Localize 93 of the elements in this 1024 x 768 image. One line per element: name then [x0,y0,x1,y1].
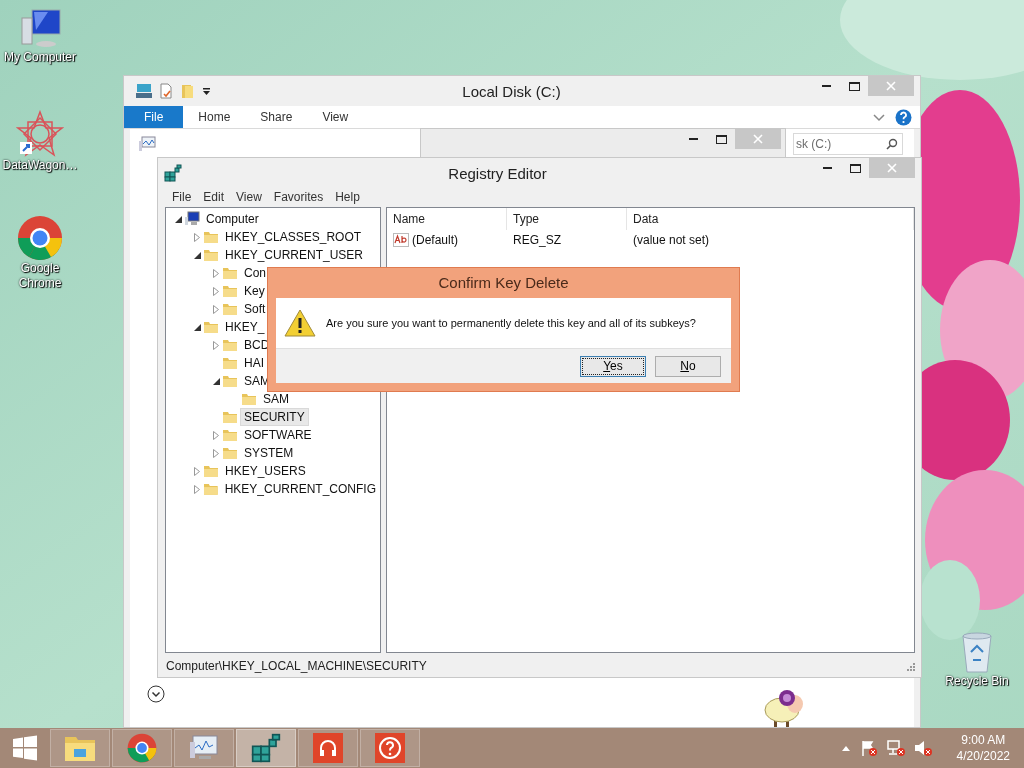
column-header[interactable]: Name [387,208,507,230]
minimize-icon [822,167,832,169]
star-shortcut-icon [16,110,64,158]
resize-grip-icon[interactable] [906,661,915,671]
folder-icon [203,481,219,497]
taskbar-button[interactable] [236,729,296,767]
window-title: Local Disk (C:) [461,82,562,100]
expanded-arrow-icon[interactable] [212,377,220,385]
tree-item[interactable]: Computer [202,210,263,228]
computer-icon [184,211,200,227]
tree-item[interactable]: SAM [259,390,293,408]
tree-item[interactable]: HKEY_CURRENT_USER [221,246,368,264]
folder-icon [222,265,238,281]
column-header[interactable]: Type [507,208,627,230]
folder-icon [241,391,257,407]
dialog-button[interactable]: No [655,355,721,377]
expanded-arrow-icon[interactable] [174,215,182,223]
help-icon [375,733,405,763]
table-cell-text: REG_SZ [512,233,562,247]
search-icon [886,138,898,150]
minimize-icon [821,85,831,87]
menu-item[interactable]: View [230,188,268,207]
computer-icon [18,8,62,50]
folder-icon [222,301,238,317]
dialog-title: Confirm Key Delete [437,273,570,293]
dialog-message: Are you sure you want to permanently delete this key and all of its subkeys? [326,317,696,329]
windows-logo-icon [12,735,38,761]
column-header[interactable]: Data [627,208,914,230]
close-icon [886,81,896,91]
chrome-icon [17,215,63,261]
window-title: Registry Editor [447,164,548,182]
folder-icon [203,319,219,335]
cubes-icon [164,164,182,182]
tree-item[interactable]: HKEY_CLASSES_ROOT [221,228,366,246]
folder-icon [222,373,238,389]
ribbon-tab[interactable]: Home [183,106,246,128]
tree-item[interactable]: Soft [240,300,270,318]
tree-item[interactable]: Key [240,282,269,300]
close-icon [753,134,763,144]
ribbon-tab[interactable]: Share [245,106,308,128]
dropdown-icon[interactable] [202,86,211,96]
expand-circle-icon[interactable] [147,685,165,703]
tree-item[interactable]: SYSTEM [240,444,298,462]
dialog-button[interactable]: Yes [580,355,646,377]
tree-item[interactable]: HKEY_ [221,318,269,336]
properties-icon[interactable] [136,83,152,99]
folder-icon [203,229,219,245]
folder-icon [222,355,238,371]
network-icon[interactable] [886,739,905,757]
tree-item[interactable]: HAI [240,354,268,372]
cubes-icon [251,733,281,763]
folder-icon [203,463,219,479]
speaker-icon[interactable] [913,739,932,757]
ribbon-tab[interactable]: View [307,106,364,128]
menu-item[interactable]: Edit [197,188,231,207]
folder-icon [64,734,96,762]
maximize-icon [715,134,727,144]
folder-icon [222,283,238,299]
folder-icon [203,247,219,263]
warning-icon [284,309,316,337]
tree-item[interactable]: SECURITY [240,408,309,426]
folder-icon [222,427,238,443]
table-cell: (Default) [412,233,458,247]
collapsed-arrow-icon[interactable] [194,232,200,242]
folder-icon [222,409,238,425]
tree-item[interactable]: HKEY_CURRENT_CONFIG [220,480,380,498]
folder-icon [222,337,238,353]
search-field[interactable]: sk (C:) [793,133,903,155]
string-value-icon [393,233,409,247]
maximize-icon [849,163,861,173]
maximize-icon [848,81,860,91]
table-cell-text: (value not set) [632,233,711,247]
document-icon[interactable] [158,83,174,99]
tree-item[interactable]: HKEY_USERS [221,462,310,480]
caret-up-icon[interactable] [840,744,851,752]
expanded-arrow-icon[interactable] [193,251,201,259]
status-path: Computer\HKEY_LOCAL_MACHINE\SECURITY [166,659,427,673]
close-icon [887,163,897,173]
flag-icon[interactable] [859,739,878,757]
minimize-icon [688,138,698,140]
menu-item[interactable]: Favorites [267,188,330,207]
chrome-icon [127,733,157,763]
ribbon-tab[interactable]: File [124,106,184,128]
collapsed-arrow-icon[interactable] [213,340,219,350]
headphones-icon [313,733,343,763]
menu-item[interactable]: File [166,188,198,207]
monitor-icon [189,734,219,762]
tree-item[interactable]: Con [240,264,270,282]
tree-item[interactable]: SOFTWARE [240,426,316,444]
monitor-icon[interactable] [138,136,156,152]
menu-item[interactable]: Help [329,188,366,207]
folder-icon [222,445,238,461]
expanded-arrow-icon[interactable] [193,323,201,331]
